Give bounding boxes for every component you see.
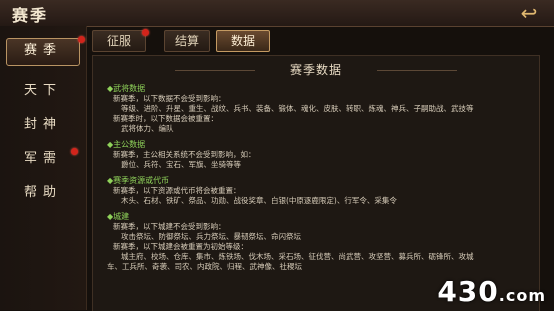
data-section: ◆武将数据 新赛季，以下数据不会受到影响： 等级、进阶、升星、重生、战纹、兵书、装备… [107, 84, 537, 134]
section-text-line: 木头、石材、铁矿、祭品、功勋、战役奖章、白银(中原逐鹿限定)、行军令、采集令 [121, 196, 397, 205]
sidebar-item-label: 天下 [23, 83, 62, 98]
panel-title: 赛季数据 [93, 61, 539, 78]
sidebar-item-help[interactable]: 帮助 [0, 176, 86, 210]
section-text-line: 车、工兵所、奇袭、司农、内政院、归程、武神像、社稷坛 [107, 262, 302, 271]
section-heading: ◆赛季资源或代币 [107, 176, 170, 185]
section-heading: ◆城建 [107, 212, 130, 221]
sidebar: 赛季天下封神军需帮助 [0, 26, 87, 310]
data-section: ◆城建 新赛季，以下城建不会受到影响： 攻击祭坛、防御祭坛、兵力祭坛、暴韧祭坛、命闪… [107, 212, 537, 272]
watermark-logo: 430.com [437, 275, 546, 308]
section-text-line: 攻击祭坛、防御祭坛、兵力祭坛、暴韧祭坛、命闪祭坛 [121, 232, 301, 241]
back-arrow-icon[interactable]: ↩ [516, 2, 542, 24]
notification-dot [78, 36, 85, 43]
tab-data[interactable]: 数据 [216, 30, 270, 52]
season-data-panel: 赛季数据 ◆武将数据 新赛季，以下数据不会受到影响： 等级、进阶、升星、重生、战纹、… [92, 55, 540, 311]
section-list: ◆武将数据 新赛季，以下数据不会受到影响： 等级、进阶、升星、重生、战纹、兵书、装备… [107, 84, 537, 278]
sidebar-item-world[interactable]: 天下 [0, 74, 86, 108]
section-text-line: 城主府、校场、仓库、集市、炼铁场、伐木场、采石场、征伐营、尚武营、攻坚营、募兵所… [121, 252, 474, 261]
sidebar-item-deify[interactable]: 封神 [0, 108, 86, 142]
section-text-line: 武将体力、编队 [121, 124, 174, 133]
section-text-line: 新赛季，主公相关系统不会受到影响，如： [113, 150, 256, 159]
section-text-line: 新赛季，以下数据不会受到影响： [113, 94, 226, 103]
sidebar-item-label: 军需 [23, 151, 62, 166]
title-divider-left [175, 70, 255, 71]
data-section: ◆主公数据 新赛季，主公相关系统不会受到影响，如： 爵位、兵符、宝石、军旗、坐骑等等 [107, 140, 537, 170]
sidebar-item-label: 封神 [23, 117, 62, 132]
section-heading: ◆武将数据 [107, 84, 146, 93]
section-text-line: 新赛季，以下城建不会受到影响： [113, 222, 226, 231]
notification-dot [71, 148, 78, 155]
section-text-line: 爵位、兵符、宝石、军旗、坐骑等等 [121, 160, 241, 169]
tab-label: 征服 [106, 34, 131, 48]
section-heading: ◆主公数据 [107, 140, 146, 149]
tab-settlement[interactable]: 结算 [164, 30, 210, 52]
tab-conquest[interactable]: 征服 [92, 29, 149, 52]
data-section: ◆赛季资源或代币 新赛季，以下资源或代币将会被重置： 木头、石材、铁矿、祭品、功勋、… [107, 176, 537, 206]
window-title: 赛季 [12, 6, 49, 25]
tab-label: 数据 [230, 34, 255, 48]
notification-dot [142, 29, 149, 36]
sidebar-item-season[interactable]: 赛季 [6, 36, 85, 66]
section-text-line: 新赛季，以下资源或代币将会被重置： [113, 186, 241, 195]
section-text-line: 新赛季，以下城建会被重置为初始等级： [113, 242, 248, 251]
title-divider-right [377, 70, 457, 71]
title-bar: 赛季 ↩ [0, 0, 554, 27]
sidebar-item-supply[interactable]: 军需 [0, 142, 86, 176]
tab-label: 结算 [174, 34, 199, 48]
sidebar-item-label: 赛季 [23, 43, 62, 58]
sidebar-item-label: 帮助 [23, 185, 62, 200]
section-text-line: 等级、进阶、升星、重生、战纹、兵书、装备、锻体、魂化、皮肤、转职、炼魂、神兵、子… [121, 104, 474, 113]
panel-title-text: 赛季数据 [289, 63, 342, 77]
section-text-line: 新赛季时，以下数据会被重置： [113, 114, 218, 123]
